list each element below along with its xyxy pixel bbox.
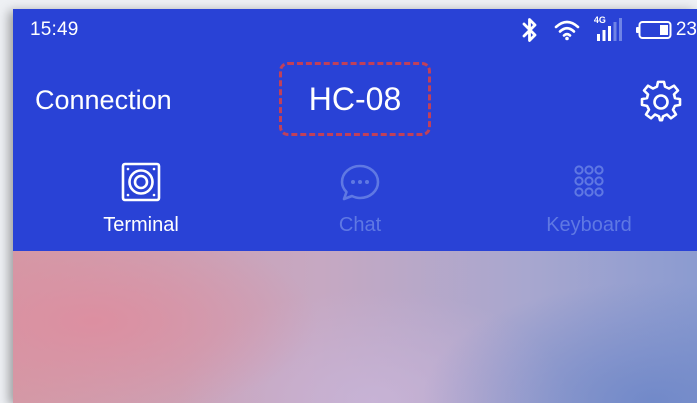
content-area <box>13 251 697 403</box>
wifi-icon <box>554 19 580 41</box>
bluetooth-icon <box>520 17 540 43</box>
app-header: 15:49 4G 23 Connection HC-08 Terminal Ch… <box>13 9 697 251</box>
device-name-title: HC-08 <box>308 81 402 117</box>
tab-chat[interactable]: Chat <box>246 160 474 250</box>
network-type-label: 4G <box>593 15 606 25</box>
chat-icon <box>338 160 382 204</box>
keyboard-icon <box>567 160 611 204</box>
connection-button[interactable]: Connection <box>35 85 172 116</box>
settings-button[interactable] <box>639 80 683 124</box>
status-icons: 4G 23 <box>520 15 697 45</box>
screenshot-frame: 15:49 4G 23 Connection HC-08 Terminal Ch… <box>0 0 697 403</box>
app-screen: 15:49 4G 23 Connection HC-08 Terminal Ch… <box>13 9 697 403</box>
tab-keyboard-label: Keyboard <box>546 214 632 236</box>
tab-keyboard[interactable]: Keyboard <box>475 160 697 250</box>
battery-icon <box>635 20 672 40</box>
gear-icon <box>640 80 682 122</box>
tab-terminal[interactable]: Terminal <box>27 160 255 250</box>
status-time: 15:49 <box>30 19 79 40</box>
cellular-signal-icon: 4G <box>593 15 624 43</box>
terminal-icon <box>119 160 163 204</box>
tab-chat-label: Chat <box>338 214 382 236</box>
battery-percent: 23 <box>675 19 697 40</box>
tab-terminal-label: Terminal <box>103 214 179 236</box>
